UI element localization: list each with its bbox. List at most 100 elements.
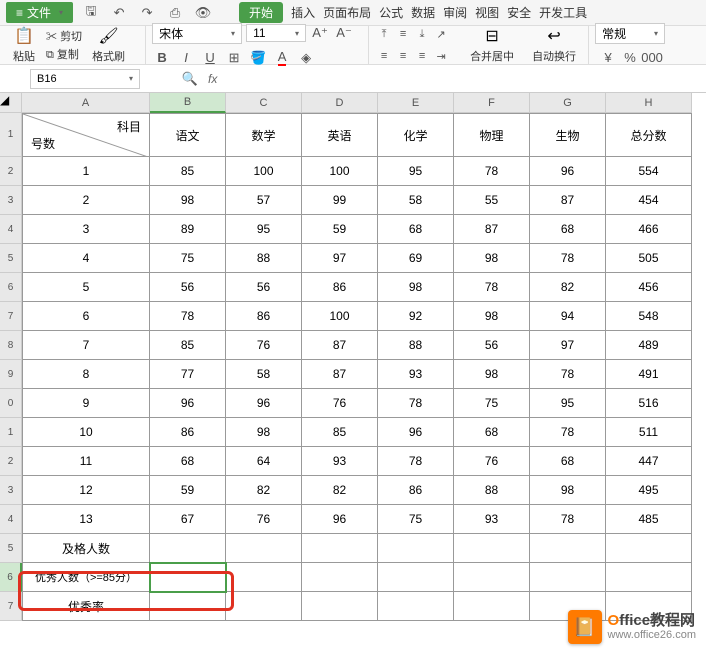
cell[interactable] (226, 534, 302, 563)
align-bottom-icon[interactable]: ⤓ (413, 25, 431, 43)
diagonal-header-cell[interactable]: 科目 号数 (22, 113, 150, 157)
border-icon[interactable]: ⊞ (224, 48, 244, 68)
cell[interactable] (150, 592, 226, 621)
data-cell[interactable]: 56 (454, 331, 530, 360)
row-header[interactable]: 3 (0, 476, 22, 505)
data-cell[interactable]: 93 (378, 360, 454, 389)
cell[interactable] (454, 534, 530, 563)
data-cell[interactable]: 98 (454, 244, 530, 273)
comma-icon[interactable]: 000 (642, 48, 662, 68)
data-cell[interactable]: 78 (530, 244, 606, 273)
data-cell[interactable]: 96 (150, 389, 226, 418)
number-format-select[interactable]: 常规▾ (595, 23, 665, 44)
data-cell[interactable]: 93 (302, 447, 378, 476)
data-cell[interactable]: 511 (606, 418, 692, 447)
cell[interactable] (378, 534, 454, 563)
col-header-H[interactable]: H (606, 93, 692, 113)
header-cell[interactable]: 化学 (378, 113, 454, 157)
tab-review[interactable]: 审阅 (443, 4, 467, 21)
col-header-E[interactable]: E (378, 93, 454, 113)
align-center-icon[interactable]: ≡ (394, 47, 412, 65)
cell[interactable] (378, 592, 454, 621)
data-cell[interactable]: 98 (378, 273, 454, 302)
excellent-rate-label[interactable]: 优秀率 (22, 592, 150, 621)
row-id-cell[interactable]: 3 (22, 215, 150, 244)
row-header[interactable]: 8 (0, 331, 22, 360)
data-cell[interactable]: 87 (302, 331, 378, 360)
data-cell[interactable]: 59 (150, 476, 226, 505)
cell[interactable] (226, 563, 302, 592)
data-cell[interactable]: 86 (150, 418, 226, 447)
row-id-cell[interactable]: 10 (22, 418, 150, 447)
data-cell[interactable]: 96 (378, 418, 454, 447)
cell[interactable] (150, 534, 226, 563)
header-cell[interactable]: 总分数 (606, 113, 692, 157)
fx-label[interactable]: fx (208, 72, 217, 86)
row-id-cell[interactable]: 13 (22, 505, 150, 534)
data-cell[interactable]: 456 (606, 273, 692, 302)
data-cell[interactable]: 87 (454, 215, 530, 244)
row-id-cell[interactable]: 12 (22, 476, 150, 505)
data-cell[interactable]: 85 (150, 157, 226, 186)
pass-count-label[interactable]: 及格人数 (22, 534, 150, 563)
data-cell[interactable]: 86 (378, 476, 454, 505)
more-icon[interactable]: ◈ (296, 48, 316, 68)
row-header-16[interactable]: 6 (0, 563, 22, 592)
data-cell[interactable]: 98 (454, 302, 530, 331)
row-header-17[interactable]: 7 (0, 592, 22, 621)
row-header[interactable]: 9 (0, 360, 22, 389)
data-cell[interactable]: 78 (454, 273, 530, 302)
data-cell[interactable]: 96 (530, 157, 606, 186)
orientation-icon[interactable]: ↗ (432, 25, 450, 43)
header-cell[interactable]: 物理 (454, 113, 530, 157)
cell[interactable] (302, 592, 378, 621)
data-cell[interactable]: 96 (302, 505, 378, 534)
wrap-button[interactable]: ↩ 自动换行 (526, 24, 582, 66)
row-header[interactable]: 4 (0, 215, 22, 244)
row-header-1[interactable]: 1 (0, 113, 22, 157)
col-header-A[interactable]: A (22, 93, 150, 113)
data-cell[interactable]: 75 (454, 389, 530, 418)
data-cell[interactable]: 78 (150, 302, 226, 331)
align-right-icon[interactable]: ≡ (413, 47, 431, 65)
data-cell[interactable]: 100 (302, 302, 378, 331)
data-cell[interactable]: 454 (606, 186, 692, 215)
row-id-cell[interactable]: 2 (22, 186, 150, 215)
col-header-G[interactable]: G (530, 93, 606, 113)
row-header[interactable]: 7 (0, 302, 22, 331)
data-cell[interactable]: 466 (606, 215, 692, 244)
selected-cell-B16[interactable] (150, 563, 226, 592)
col-header-F[interactable]: F (454, 93, 530, 113)
data-cell[interactable]: 94 (530, 302, 606, 331)
align-top-icon[interactable]: ⤒ (375, 25, 393, 43)
tab-security[interactable]: 安全 (507, 4, 531, 21)
data-cell[interactable]: 78 (378, 389, 454, 418)
header-cell[interactable]: 数学 (226, 113, 302, 157)
data-cell[interactable]: 67 (150, 505, 226, 534)
data-cell[interactable]: 87 (530, 186, 606, 215)
data-cell[interactable]: 68 (378, 215, 454, 244)
data-cell[interactable]: 495 (606, 476, 692, 505)
save-icon[interactable]: 🖫 (81, 3, 101, 23)
increase-font-icon[interactable]: A⁺ (310, 23, 330, 43)
cell[interactable] (606, 534, 692, 563)
row-id-cell[interactable]: 8 (22, 360, 150, 389)
data-cell[interactable]: 489 (606, 331, 692, 360)
data-cell[interactable]: 100 (302, 157, 378, 186)
data-cell[interactable]: 485 (606, 505, 692, 534)
decrease-font-icon[interactable]: A⁻ (334, 23, 354, 43)
align-left-icon[interactable]: ≡ (375, 47, 393, 65)
cell[interactable] (302, 534, 378, 563)
cell[interactable] (530, 534, 606, 563)
data-cell[interactable]: 548 (606, 302, 692, 331)
percent-icon[interactable]: % (620, 48, 640, 68)
data-cell[interactable]: 96 (226, 389, 302, 418)
data-cell[interactable]: 97 (530, 331, 606, 360)
data-cell[interactable]: 98 (454, 360, 530, 389)
row-id-cell[interactable]: 5 (22, 273, 150, 302)
font-size-select[interactable]: 11▾ (246, 24, 306, 42)
data-cell[interactable]: 68 (454, 418, 530, 447)
data-cell[interactable]: 98 (226, 418, 302, 447)
data-cell[interactable]: 68 (530, 447, 606, 476)
data-cell[interactable]: 516 (606, 389, 692, 418)
